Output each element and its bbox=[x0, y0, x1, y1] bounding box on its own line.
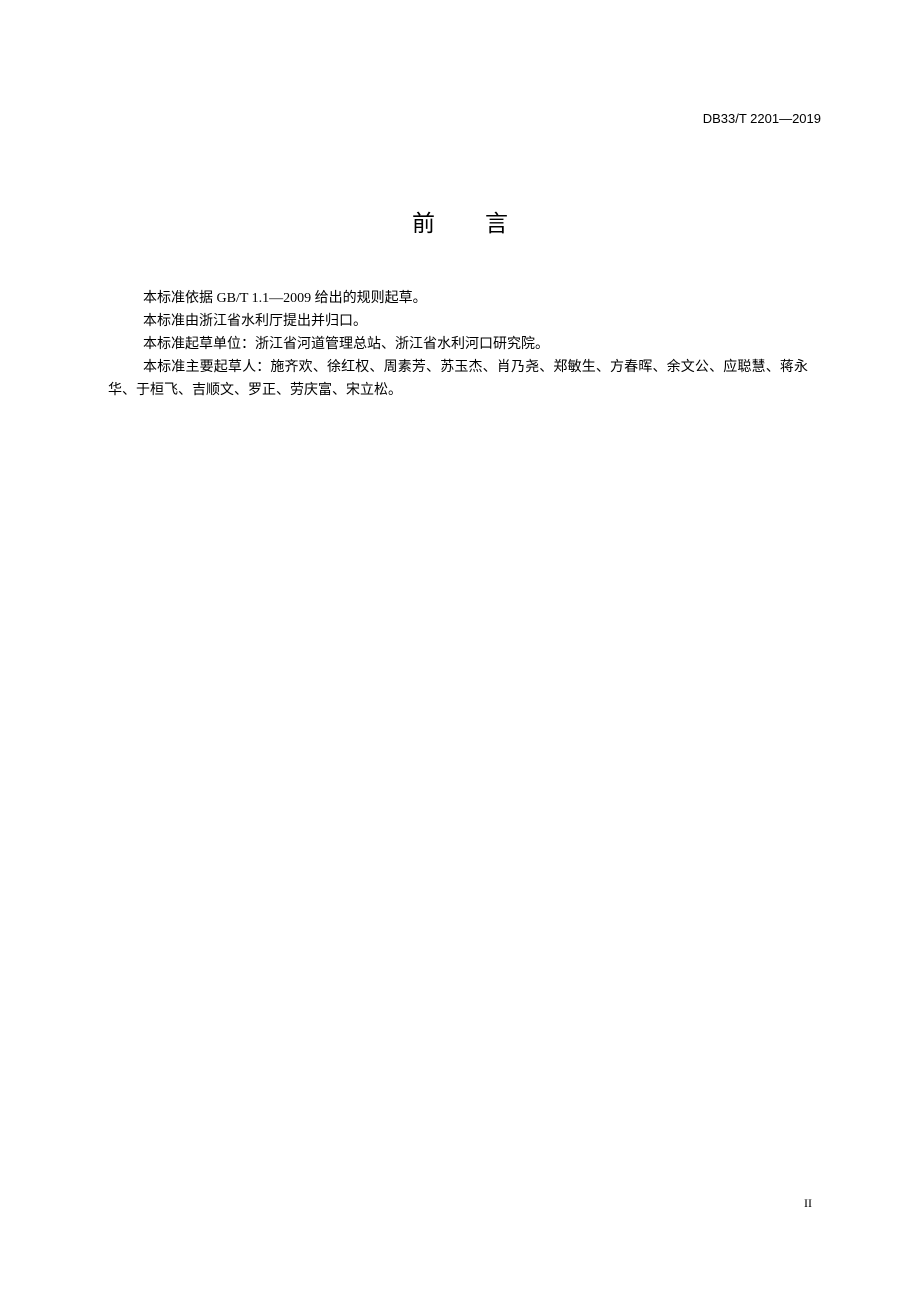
paragraph-drafters: 本标准主要起草人：施齐欢、徐红权、周素芳、苏玉杰、肖乃尧、郑敏生、方春晖、余文公… bbox=[108, 360, 808, 398]
page-title: 前言 bbox=[0, 204, 920, 238]
paragraph-drafting-rules: 本标准依据 GB/T 1.1—2009 给出的规则起草。 bbox=[143, 291, 427, 306]
paragraph-proposer: 本标准由浙江省水利厅提出并归口。 bbox=[143, 314, 367, 329]
title-char-1: 前 bbox=[412, 211, 435, 237]
paragraph-drafting-units: 本标准起草单位：浙江省河道管理总站、浙江省水利河口研究院。 bbox=[143, 337, 549, 352]
title-char-2: 言 bbox=[485, 211, 508, 237]
page-number: II bbox=[804, 1196, 812, 1210]
foreword-body: 本标准依据 GB/T 1.1—2009 给出的规则起草。 本标准由浙江省水利厅提… bbox=[108, 287, 808, 402]
standard-code: DB33/T 2201—2019 bbox=[702, 111, 821, 126]
